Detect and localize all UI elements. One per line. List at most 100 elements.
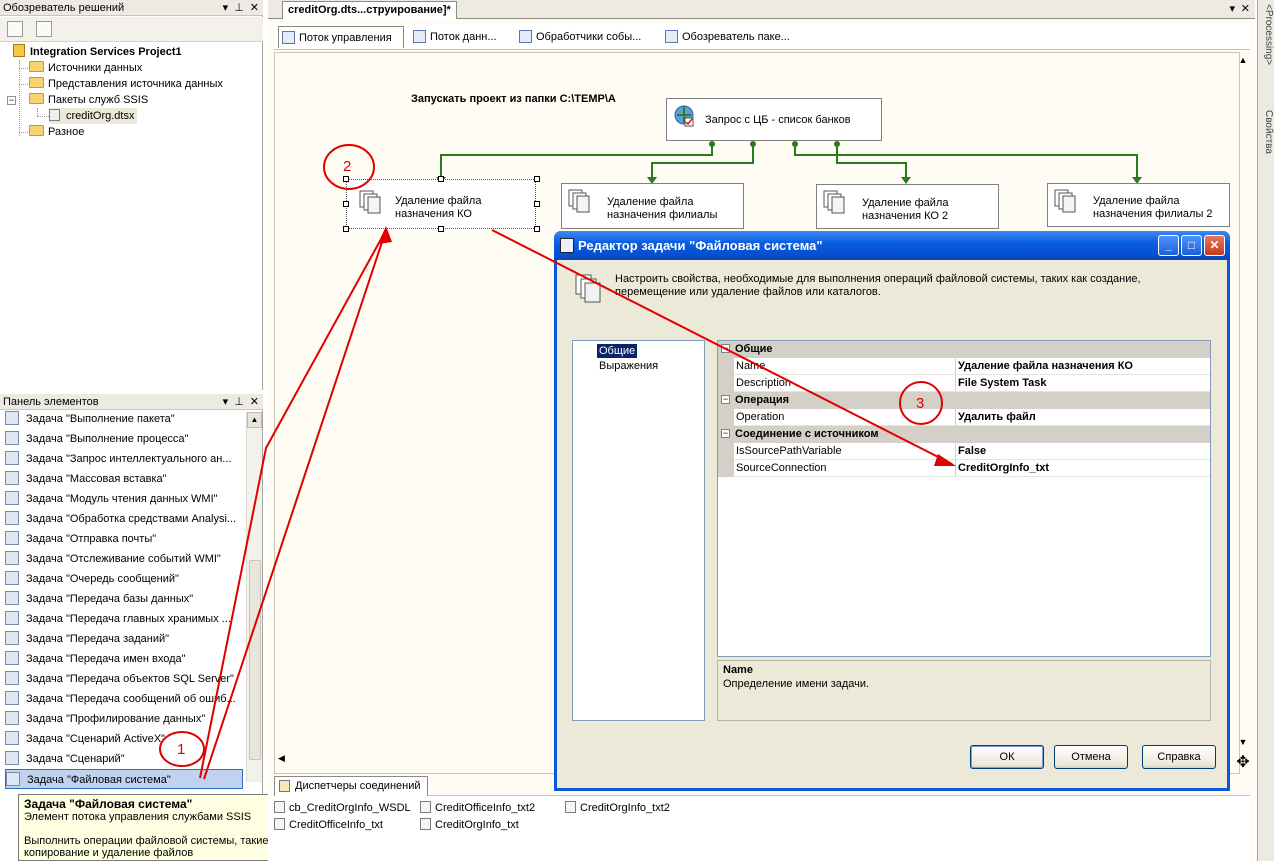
scroll-left-icon[interactable]: ◀: [278, 753, 288, 767]
toolbox-item[interactable]: Задача "Отправка почты": [5, 529, 243, 549]
task-label: Удаление файла назначения филиалы: [607, 196, 717, 222]
collapse-icon[interactable]: −: [721, 344, 730, 353]
pin-icon[interactable]: ⊥: [234, 0, 244, 16]
resize-handle[interactable]: [438, 226, 444, 232]
toolbox-item[interactable]: Задача "Передача заданий": [5, 629, 243, 649]
toolbox-item[interactable]: Задача "Выполнение пакета": [5, 409, 243, 429]
toolbox-item[interactable]: Задача "Массовая вставка": [5, 469, 243, 489]
prop-value[interactable]: Удаление файла назначения КО: [956, 358, 1210, 375]
connection-item[interactable]: CreditOrgInfo_txt2: [565, 800, 670, 816]
toolbox-item[interactable]: Задача "Модуль чтения данных WMI": [5, 489, 243, 509]
toolbox-item-label: Задача "Выполнение пакета": [26, 413, 175, 425]
nav-item-expressions[interactable]: Выражения: [597, 359, 660, 373]
toolbox-item[interactable]: Задача "Передача имен входа": [5, 649, 243, 669]
prop-row-sourceconnection[interactable]: SourceConnection CreditOrgInfo_txt: [718, 460, 1210, 477]
side-tab-properties[interactable]: Свойства: [1259, 110, 1274, 185]
dropdown-icon[interactable]: ▾: [223, 0, 229, 16]
connection-item[interactable]: CreditOfficeInfo_txt2: [420, 800, 535, 816]
prop-row-issourcepathvariable[interactable]: IsSourcePathVariable False: [718, 443, 1210, 460]
connection-item[interactable]: CreditOfficeInfo_txt: [274, 817, 383, 833]
prop-value[interactable]: Удалить файл: [956, 409, 1210, 426]
toolbox-scrollbar[interactable]: ▲: [246, 412, 262, 782]
maximize-button[interactable]: □: [1181, 235, 1202, 256]
prop-row-operation[interactable]: Operation Удалить файл: [718, 409, 1210, 426]
tree-package-file[interactable]: creditOrg.dtsx: [49, 108, 138, 124]
nav-item-general[interactable]: Общие: [597, 344, 638, 358]
scroll-thumb[interactable]: [249, 560, 261, 760]
toolbox-item[interactable]: Задача "Выполнение процесса": [5, 429, 243, 449]
prop-value[interactable]: File System Task: [956, 375, 1210, 392]
side-tab-processing[interactable]: <Processing>: [1259, 4, 1274, 99]
toolbox-header: Панель элементов ▾ ⊥ ✕: [0, 394, 263, 410]
collapse-icon[interactable]: −: [721, 429, 730, 438]
resize-handle[interactable]: [343, 226, 349, 232]
task-delete-file-ko2[interactable]: Удаление файла назначения КО 2: [816, 184, 999, 229]
pan-icon[interactable]: ✥: [1234, 752, 1252, 771]
resize-handle[interactable]: [534, 176, 540, 182]
toolbox-item[interactable]: Задача "Очередь сообщений": [5, 569, 243, 589]
tab-control-flow[interactable]: Поток управления: [278, 26, 404, 48]
connection-item[interactable]: CreditOrgInfo_txt: [420, 817, 519, 833]
properties-icon[interactable]: [7, 21, 23, 37]
tree-ssis-packages[interactable]: Пакеты служб SSIS: [29, 92, 148, 108]
collapse-icon[interactable]: −: [7, 96, 16, 105]
pin-icon[interactable]: ⊥: [234, 394, 244, 410]
cancel-button[interactable]: Отмена: [1054, 745, 1128, 769]
prop-row-description[interactable]: Description File System Task: [718, 375, 1210, 392]
help-button[interactable]: Справка: [1142, 745, 1216, 769]
task-delete-file-branches[interactable]: Удаление файла назначения филиалы: [561, 183, 744, 229]
resize-handle[interactable]: [534, 201, 540, 207]
toolbox-item[interactable]: Задача "Передача объектов SQL Server": [5, 669, 243, 689]
close-document-icon[interactable]: ✕: [1241, 2, 1250, 15]
resize-handle[interactable]: [343, 201, 349, 207]
task-icon: [5, 471, 19, 485]
dropdown-icon[interactable]: ▾: [223, 394, 229, 410]
tree-misc[interactable]: Разное: [29, 124, 84, 140]
resize-handle[interactable]: [534, 226, 540, 232]
resize-handle[interactable]: [438, 176, 444, 182]
tree-data-sources[interactable]: Источники данных: [29, 60, 142, 76]
task-delete-file-branches2[interactable]: Удаление файла назначения филиалы 2: [1047, 183, 1230, 227]
dialog-titlebar[interactable]: Редактор задачи "Файловая система" _ □ ✕: [554, 231, 1230, 260]
tree-project[interactable]: Integration Services Project1: [13, 44, 182, 60]
category-operation[interactable]: − Операция: [718, 392, 1210, 409]
toolbox-item[interactable]: Задача "Передача сообщений об ошиб...: [5, 689, 243, 709]
document-tab[interactable]: creditOrg.dts...струирование]*: [282, 1, 457, 19]
show-all-files-icon[interactable]: [36, 21, 52, 37]
toolbox-item[interactable]: Задача "Сценарий ActiveX": [5, 729, 243, 749]
prop-value[interactable]: CreditOrgInfo_txt: [956, 460, 1210, 477]
toolbox-item-label: Задача "Запрос интеллектуального ан...: [26, 453, 232, 465]
task-delete-file-ko[interactable]: Удаление файла назначения КО: [346, 179, 536, 229]
prop-value[interactable]: False: [956, 443, 1210, 460]
close-button[interactable]: ✕: [1204, 235, 1225, 256]
scroll-up-icon[interactable]: ▲: [1236, 55, 1250, 69]
ok-button[interactable]: ОК: [970, 745, 1044, 769]
tab-package-explorer[interactable]: Обозреватель паке...: [662, 26, 802, 48]
toolbox-item-file-system-task[interactable]: Задача "Файловая система": [5, 769, 243, 789]
toolbox-item[interactable]: Задача "Обработка средствами Analysi...: [5, 509, 243, 529]
close-icon[interactable]: ✕: [250, 394, 259, 410]
toolbox-item[interactable]: Задача "Сценарий": [5, 749, 243, 769]
toolbox-item[interactable]: Задача "Отслеживание событий WMI": [5, 549, 243, 569]
task-web-service-query[interactable]: Запрос с ЦБ - список банков: [666, 98, 882, 141]
tab-data-flow[interactable]: Поток данн...: [410, 26, 510, 48]
toolbox-item[interactable]: Задача "Запрос интеллектуального ан...: [5, 449, 243, 469]
connection-item[interactable]: cb_CreditOrgInfo_WSDL: [274, 800, 411, 816]
minimize-button[interactable]: _: [1158, 235, 1179, 256]
toolbox-item[interactable]: Задача "Передача базы данных": [5, 589, 243, 609]
tree-dsv[interactable]: Представления источника данных: [29, 76, 223, 92]
resize-handle[interactable]: [343, 176, 349, 182]
toolbox-item[interactable]: Задача "Передача главных хранимых ...: [5, 609, 243, 629]
tab-connection-managers[interactable]: Диспетчеры соединений: [274, 776, 428, 796]
tab-dropdown-icon[interactable]: ▾: [1229, 2, 1235, 15]
category-source-connection[interactable]: − Соединение с источником: [718, 426, 1210, 443]
scroll-down-icon[interactable]: ▼: [1236, 737, 1250, 751]
scroll-up-icon[interactable]: ▲: [247, 412, 262, 428]
collapse-icon[interactable]: −: [721, 395, 730, 404]
category-general[interactable]: − Общие: [718, 341, 1210, 358]
prop-row-name[interactable]: Name Удаление файла назначения КО: [718, 358, 1210, 375]
close-icon[interactable]: ✕: [250, 0, 259, 16]
connection-label: CreditOfficeInfo_txt: [289, 819, 383, 831]
toolbox-item[interactable]: Задача "Профилирование данных": [5, 709, 243, 729]
tab-event-handlers[interactable]: Обработчики собы...: [516, 26, 656, 48]
